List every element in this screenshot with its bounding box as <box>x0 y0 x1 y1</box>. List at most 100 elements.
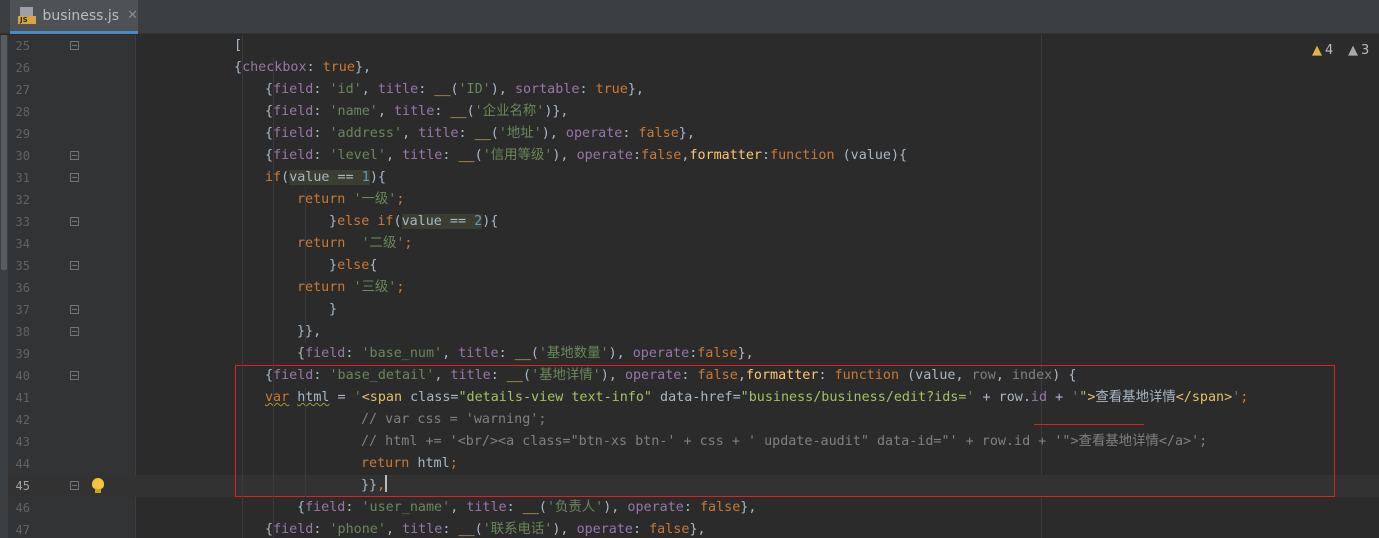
code-token: title <box>418 126 459 141</box>
code-token: field <box>305 346 346 361</box>
code-line[interactable]: 46 {field: 'user_name', title: __('负责人'),… <box>8 497 1379 519</box>
code-text: {field: 'phone', title: __('联系电话'), oper… <box>265 519 706 538</box>
code-text: }else if(value == 2){ <box>329 211 498 233</box>
code-token: , <box>450 500 467 515</box>
code-token: false <box>638 126 679 141</box>
code-line[interactable]: 37} <box>8 299 1379 321</box>
code-token: } <box>329 214 338 229</box>
code-token: )}, <box>544 104 569 119</box>
code-token: : <box>633 522 650 537</box>
code-token: : <box>506 500 523 515</box>
code-token: , <box>361 82 378 97</box>
fold-marker-icon[interactable] <box>70 261 79 270</box>
code-line[interactable]: 26 {checkbox: true}, <box>8 57 1379 79</box>
code-token: 'id' <box>329 82 362 97</box>
code-token: ( <box>474 522 483 537</box>
indent-guide <box>273 57 274 538</box>
code-token: { <box>265 82 274 97</box>
code-token: else if <box>337 214 394 229</box>
editor-tab-bar: JS business.js ✕ <box>0 0 1379 34</box>
code-token: ; <box>396 192 405 207</box>
code-token: ), <box>541 126 566 141</box>
code-token: __ <box>522 500 539 515</box>
code-line[interactable]: 34 return '二级'; <box>8 233 1379 255</box>
code-text: {field: 'address', title: __('地址'), oper… <box>265 123 695 145</box>
intention-bulb-icon[interactable] <box>91 478 105 494</box>
code-token: : <box>313 148 330 163</box>
fold-marker-icon[interactable] <box>70 371 79 380</box>
code-token: title <box>466 500 507 515</box>
code-token: , <box>442 346 459 361</box>
code-line[interactable]: 28 {field: 'name', title: __('企业名称')}, <box>8 101 1379 123</box>
code-line[interactable]: 33 }else if(value == 2){ <box>8 211 1379 233</box>
line-number: 25 <box>15 39 30 53</box>
warning-counter[interactable]: ▲ 4 <box>1312 43 1333 58</box>
tab-business-js[interactable]: JS business.js ✕ <box>10 0 138 34</box>
code-token: (value){ <box>842 148 908 163</box>
code-line[interactable]: 30 {field: 'level', title: __('信用等级'), op… <box>8 145 1379 167</box>
code-editor[interactable]: 25 [26 {checkbox: true}, 27 {field: 'id', ti… <box>8 35 1379 538</box>
code-token: __ <box>514 346 531 361</box>
code-token: field <box>273 104 314 119</box>
code-line[interactable]: 29 {field: 'address', title: __('地址'), op… <box>8 123 1379 145</box>
code-line[interactable]: 47 {field: 'phone', title: __('联系电话'), op… <box>8 519 1379 538</box>
code-line[interactable]: 39 {field: 'base_num', title: __('基地数量'),… <box>8 343 1379 365</box>
code-token: 'ID' <box>458 82 491 97</box>
code-token: '二级' <box>361 236 405 251</box>
line-number: 39 <box>15 347 30 361</box>
code-token: __ <box>450 104 467 119</box>
code-token: ), <box>608 346 633 361</box>
code-token: { <box>369 258 378 273</box>
code-line[interactable]: 32 return '一级'; <box>8 189 1379 211</box>
code-token: : <box>633 148 642 163</box>
fold-marker-icon[interactable] <box>70 217 79 226</box>
fold-marker-icon[interactable] <box>70 327 79 336</box>
code-line[interactable]: 25 [ <box>8 35 1379 57</box>
code-token: : <box>683 500 700 515</box>
code-token: [ <box>234 38 243 53</box>
code-token: field <box>273 522 314 537</box>
fold-marker-icon[interactable] <box>70 481 79 490</box>
line-number: 47 <box>15 523 30 537</box>
code-token: { <box>265 104 274 119</box>
code-token: '联系电话' <box>482 522 553 537</box>
code-token: __ <box>458 522 475 537</box>
code-token: }, <box>737 346 754 361</box>
code-token: : <box>622 126 639 141</box>
code-token: '信用等级' <box>482 148 553 163</box>
weak-warning-counter[interactable]: ▲ 3 <box>1348 43 1369 58</box>
line-number: 33 <box>15 215 30 229</box>
code-token: } <box>329 258 338 273</box>
tab-label: business.js <box>42 7 120 24</box>
code-line[interactable]: 36 return '三级'; <box>8 277 1379 299</box>
code-token: __ <box>474 126 491 141</box>
code-token: '地址' <box>498 126 542 141</box>
code-text: {field: 'level', title: __('信用等级'), oper… <box>265 145 907 167</box>
weak-warning-count: 3 <box>1361 43 1370 58</box>
fold-marker-icon[interactable] <box>70 151 79 160</box>
indent-guide <box>305 387 306 497</box>
line-number: 32 <box>15 193 30 207</box>
code-token: { <box>297 346 306 361</box>
code-text: }}, <box>297 321 321 343</box>
code-line[interactable]: 31 if(value == 1){ <box>8 167 1379 189</box>
close-icon[interactable]: ✕ <box>127 8 138 23</box>
code-token: ( <box>393 214 402 229</box>
code-token: ), <box>603 500 628 515</box>
code-token: title <box>394 104 435 119</box>
code-token: ; <box>396 280 405 295</box>
fold-marker-icon[interactable] <box>70 41 79 50</box>
fold-marker-icon[interactable] <box>70 305 79 314</box>
code-token: checkbox <box>242 60 307 75</box>
code-text: [ <box>234 35 242 57</box>
code-line[interactable]: 27 {field: 'id', title: __('ID'), sortabl… <box>8 79 1379 101</box>
scrollbar-thumb[interactable] <box>1 35 7 270</box>
code-line[interactable]: 35}else{ <box>8 255 1379 277</box>
code-line[interactable]: 38}}, <box>8 321 1379 343</box>
fold-marker-icon[interactable] <box>70 173 79 182</box>
code-token: , <box>385 522 403 537</box>
line-number: 38 <box>15 325 30 339</box>
code-token: }, <box>740 500 757 515</box>
code-token: operate <box>565 126 623 141</box>
code-token: 'base_num' <box>361 346 443 361</box>
